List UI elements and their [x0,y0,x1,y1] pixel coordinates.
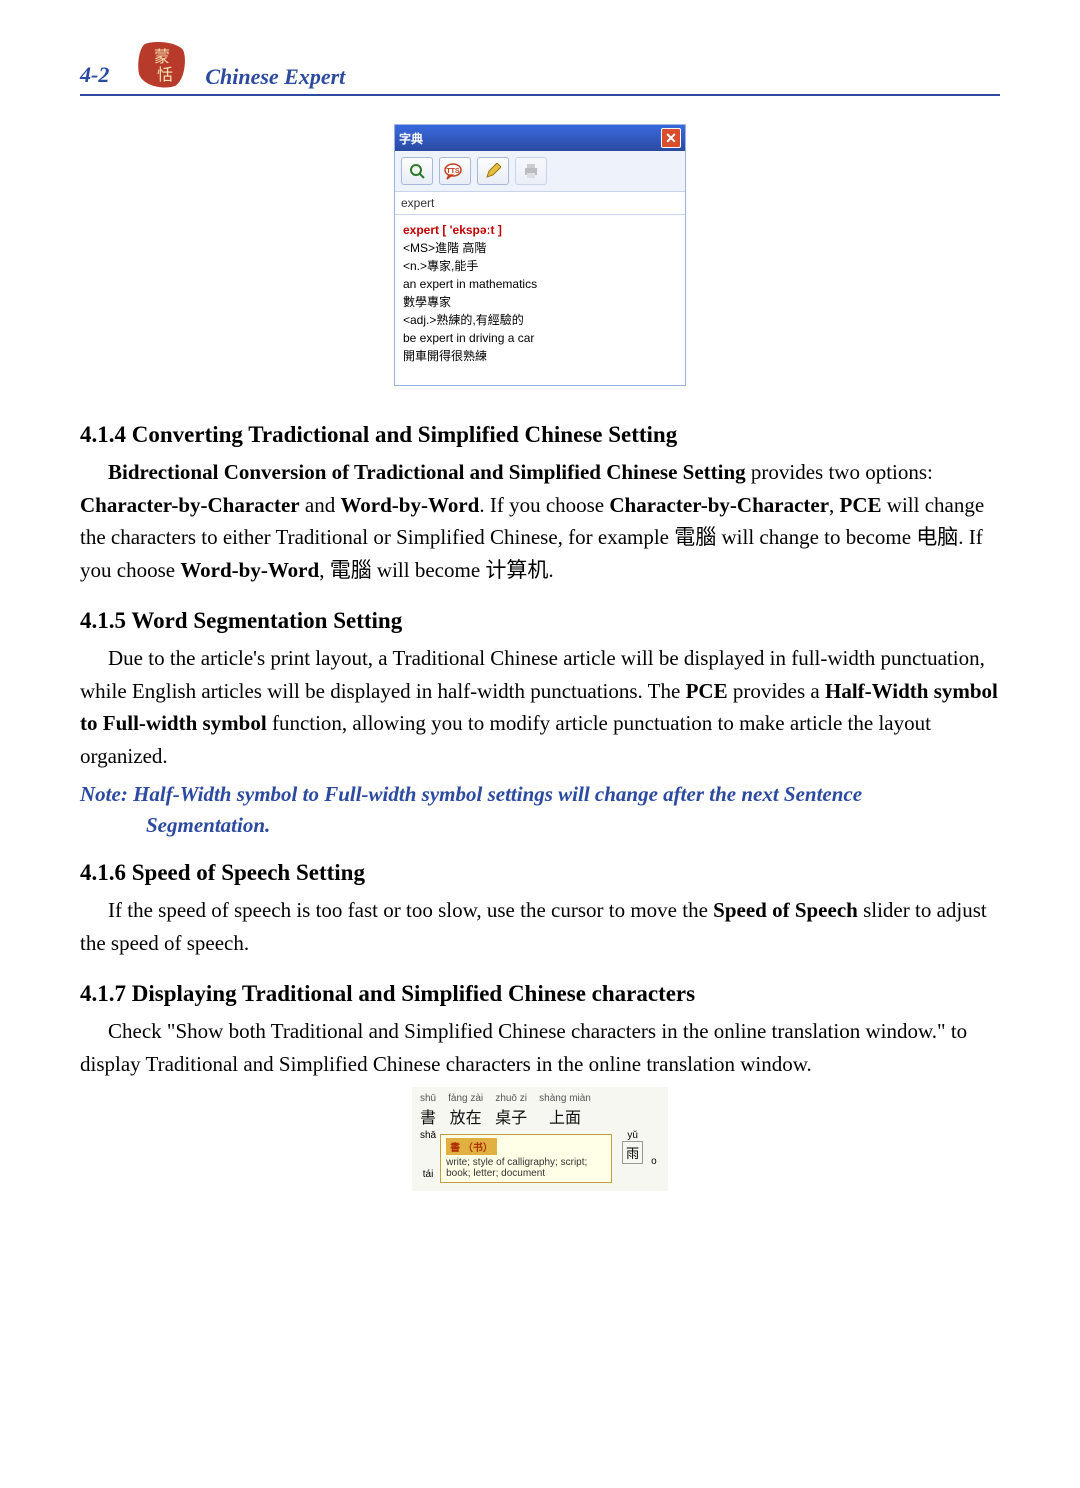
tail: o [651,1130,657,1167]
translation-window: shū 書 fàng zài 放在 zhuō zi 桌子 shàng miàn … [412,1087,668,1191]
note-line1: Note: Half-Width symbol to Full-width sy… [80,782,1000,807]
dict-line: 數學專家 [403,293,677,311]
tooltip-header: 書 （书） [446,1138,497,1155]
dict-line: be expert in driving a car [403,329,677,347]
trans-cell: fàng zài 放在 [448,1093,483,1128]
dict-line: <adj.>熟練的,有經驗的 [403,311,677,329]
pinyin: shā [420,1130,436,1141]
hanzi: 放在 [448,1104,483,1128]
hanzi: 上面 [539,1104,591,1128]
search-icon[interactable] [401,157,433,185]
tooltip-body: write; style of calligraphy; script; boo… [446,1157,606,1179]
hanzi: 書 [420,1104,436,1128]
svg-text:蒙: 蒙 [154,48,170,66]
close-icon[interactable]: ✕ [661,128,681,148]
pinyin: shàng miàn [539,1093,591,1104]
section-heading-416: 4.1.6 Speed of Speech Setting [80,860,1000,886]
left-col: shā tái [420,1130,436,1180]
dict-line: 開車開得很熟練 [403,347,677,365]
right-col: yǔ 雨 [622,1130,643,1164]
section-heading-417: 4.1.7 Displaying Traditional and Simplif… [80,981,1000,1007]
dictionary-titlebar: 字典 ✕ [395,125,685,151]
dict-line: <MS>進階 高階 [403,239,677,257]
section-body-414: Bidrectional Conversion of Tradictional … [80,456,1000,586]
dictionary-result: expert [ 'ekspəːt ] <MS>進階 高階 <n.>專家,能手 … [395,215,685,385]
trans-cell: shàng miàn 上面 [539,1093,591,1128]
product-logo: 蒙 恬 [137,40,187,90]
hanzi: 雨 [622,1141,643,1164]
dictionary-headword: expert [ 'ekspəːt ] [403,221,677,239]
svg-text:TTS: TTS [446,168,460,175]
translation-row: shū 書 fàng zài 放在 zhuō zi 桌子 shàng miàn … [420,1093,660,1128]
header-title: Chinese Expert [205,64,345,90]
tts-icon[interactable]: TTS [439,157,471,185]
pinyin: fàng zài [448,1093,483,1104]
print-icon[interactable] [515,157,547,185]
dict-line: an expert in mathematics [403,275,677,293]
section-body-417: Check "Show both Traditional and Simplif… [80,1015,1000,1080]
section-heading-415: 4.1.5 Word Segmentation Setting [80,608,1000,634]
dictionary-window: 字典 ✕ TTS expert expert [ 'ekspəːt ] <MS>… [394,124,686,386]
page-number: 4-2 [80,62,109,88]
svg-text:恬: 恬 [157,66,173,84]
hanzi: 桌子 [495,1104,527,1128]
dict-line: <n.>專家,能手 [403,257,677,275]
note-line2: Segmentation. [80,813,1000,838]
section-body-415: Due to the article's print layout, a Tra… [80,642,1000,772]
dictionary-input[interactable]: expert [395,192,685,215]
section-body-416: If the speed of speech is too fast or to… [80,894,1000,959]
trans-cell: shū 書 [420,1093,436,1128]
dictionary-title: 字典 [399,130,423,147]
pinyin: shū [420,1093,436,1104]
pinyin: yǔ [622,1130,643,1141]
trans-cell: zhuō zi 桌子 [495,1093,527,1128]
page-header: 4-2 蒙 恬 Chinese Expert [80,40,1000,96]
pinyin: zhuō zi [495,1093,527,1104]
section-heading-414: 4.1.4 Converting Tradictional and Simpli… [80,422,1000,448]
dictionary-toolbar: TTS [395,151,685,192]
pinyin: tái [420,1169,436,1180]
tooltip: 書 （书） write; style of calligraphy; scrip… [440,1134,612,1183]
pencil-icon[interactable] [477,157,509,185]
